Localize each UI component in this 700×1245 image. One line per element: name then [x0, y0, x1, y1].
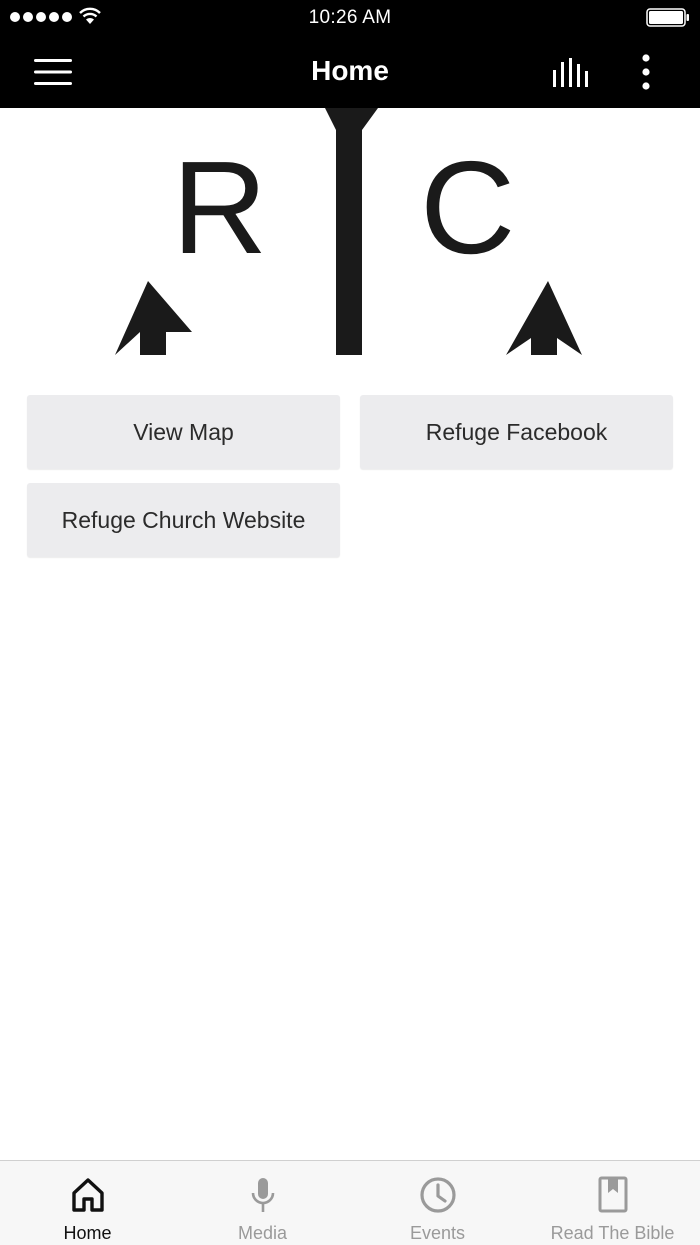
tab-media[interactable]: Media	[175, 1161, 350, 1245]
tab-events-label: Events	[409, 1223, 466, 1243]
home-icon	[71, 1178, 104, 1212]
view-map-button[interactable]: View Map	[27, 395, 340, 469]
church-website-button[interactable]: Refuge Church Website	[27, 483, 340, 557]
church-logo-banner: R C	[0, 108, 700, 355]
tab-home-label: Home	[63, 1223, 112, 1243]
battery-icon	[646, 8, 689, 27]
bookmark-book-icon	[598, 1176, 627, 1213]
logo-letter-r: R	[172, 134, 267, 281]
microphone-icon	[251, 1178, 274, 1212]
refuge-facebook-button[interactable]: Refuge Facebook	[360, 395, 673, 469]
logo-letter-c: C	[420, 134, 515, 281]
more-vertical-icon[interactable]	[636, 54, 656, 92]
tab-read-the-bible[interactable]: Read The Bible	[525, 1161, 700, 1245]
tab-read-the-bible-label: Read The Bible	[550, 1223, 675, 1243]
clock-icon	[419, 1177, 456, 1213]
church-logo: R C	[115, 108, 582, 355]
page-title: Home	[311, 55, 389, 86]
tab-events[interactable]: Events	[350, 1161, 525, 1245]
tab-media-label: Media	[237, 1223, 288, 1243]
tab-home[interactable]: Home	[0, 1161, 175, 1245]
status-bar: 10:26 AM	[0, 0, 700, 36]
status-time: 10:26 AM	[308, 7, 392, 28]
equalizer-icon[interactable]	[552, 58, 592, 88]
nav-bar: Home	[0, 36, 700, 108]
tab-bar: Home Media Events Read The Bible	[0, 1160, 700, 1245]
